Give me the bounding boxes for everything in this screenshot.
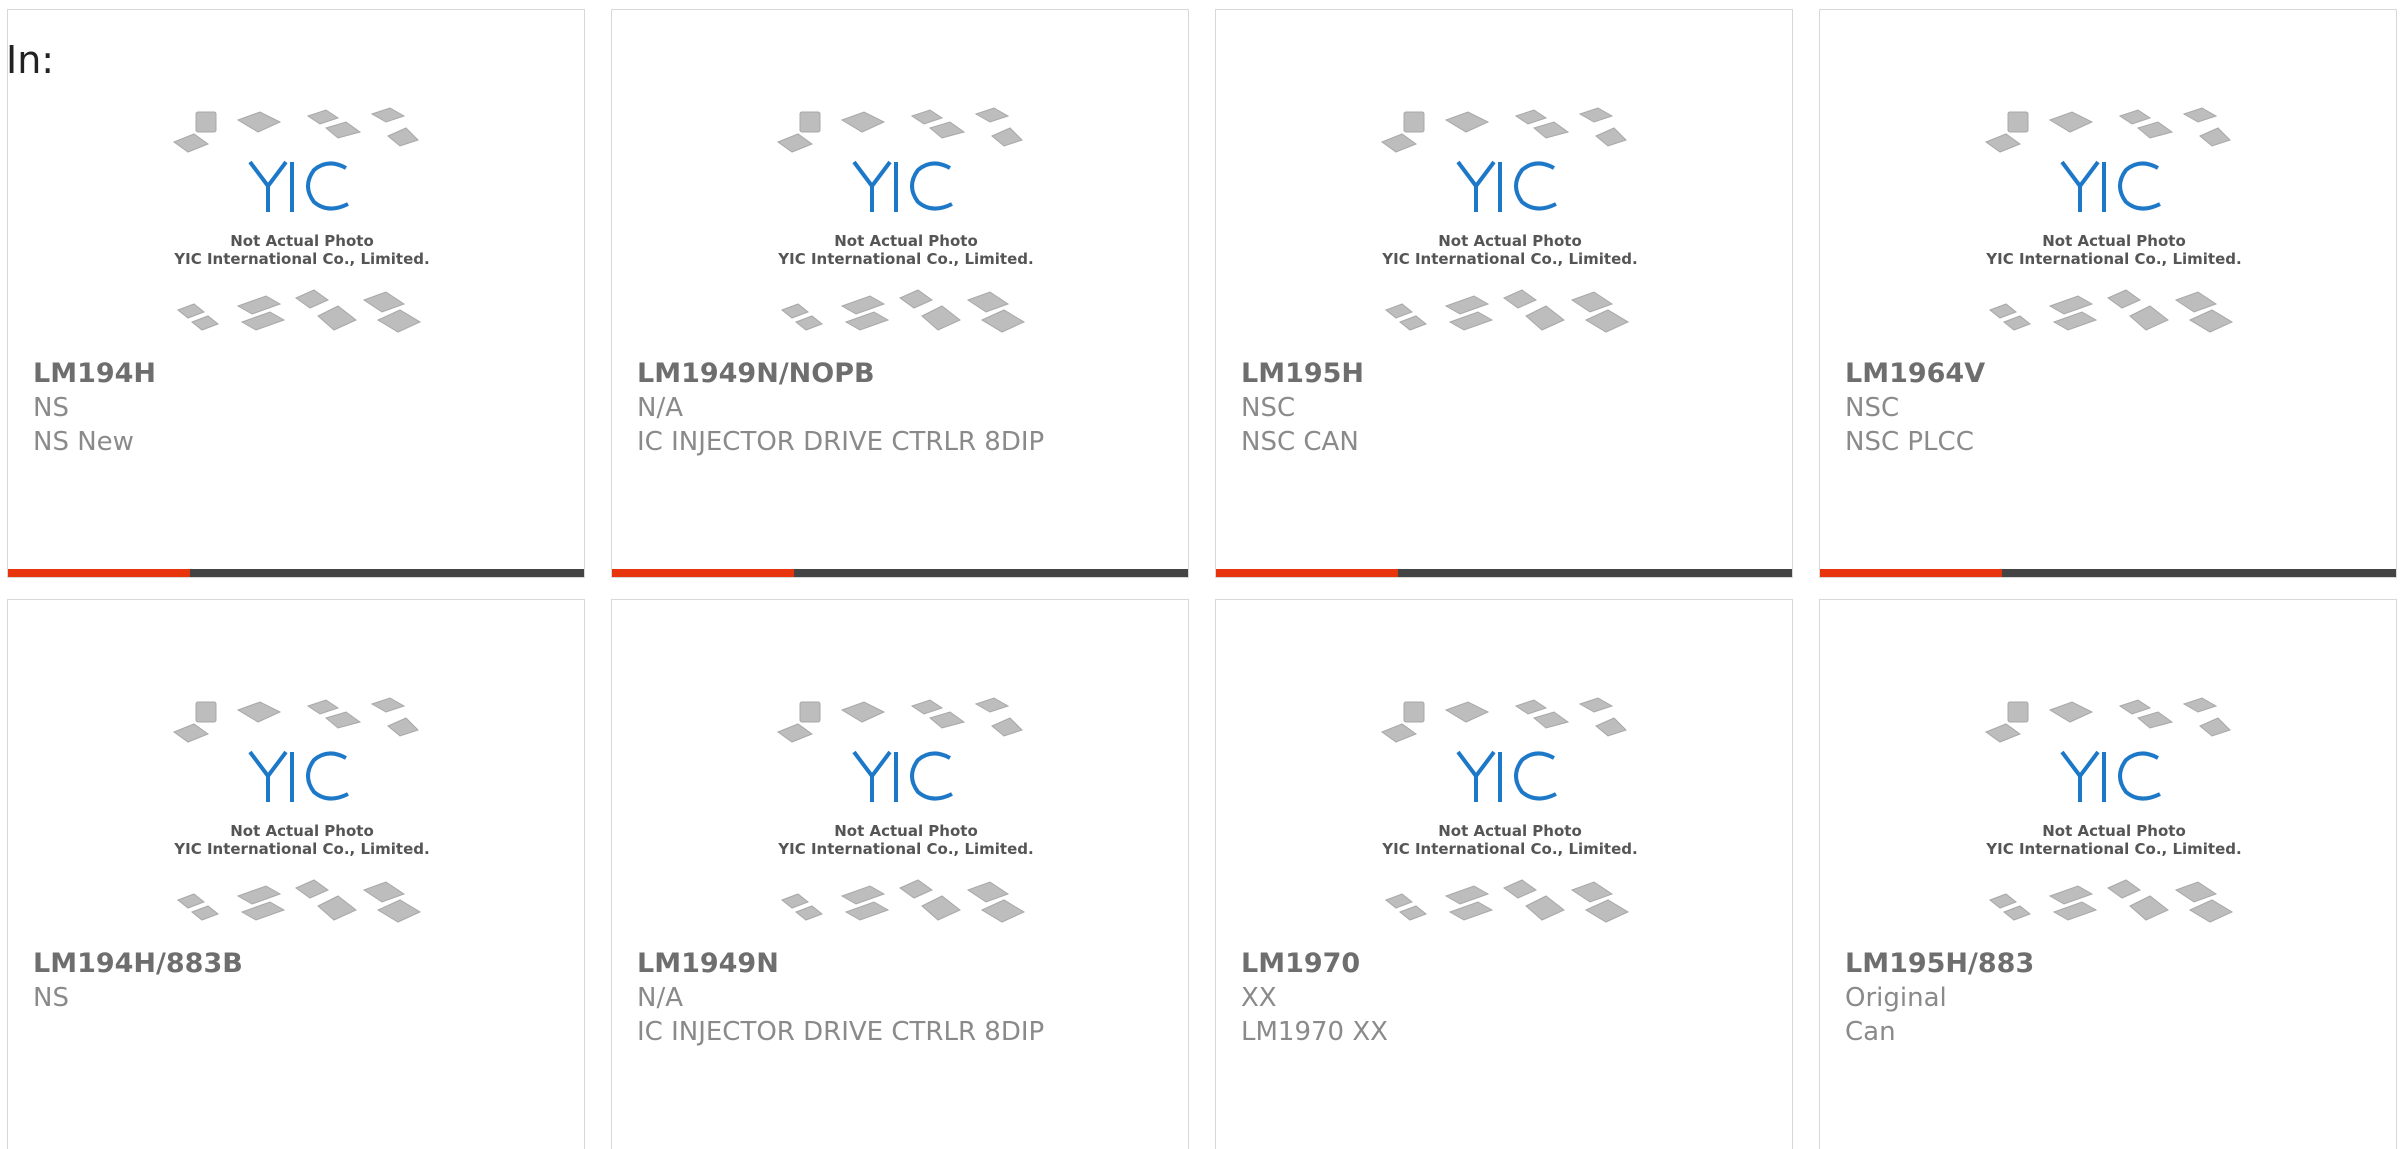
svg-text:Not Actual Photo: Not Actual Photo <box>1438 232 1582 250</box>
product-card[interactable]: Not Actual Photo YIC International Co., … <box>1215 9 1793 578</box>
svg-text:Not Actual Photo: Not Actual Photo <box>1438 822 1582 840</box>
svg-text:YIC International Co., Limited: YIC International Co., Limited. <box>1985 250 2241 268</box>
product-card[interactable]: Not Actual Photo YIC International Co., … <box>1819 9 2397 578</box>
product-info: LM1964V NSC NSC PLCC <box>1845 357 2386 459</box>
product-card[interactable]: Not Actual Photo YIC International Co., … <box>1215 599 1793 1149</box>
brand: NS <box>33 983 69 1013</box>
svg-text:Not Actual Photo: Not Actual Photo <box>2042 232 2186 250</box>
card-accent-bar <box>1820 569 2002 577</box>
not-actual-photo-image: Not Actual Photo YIC International Co., … <box>1380 697 1638 923</box>
part-number[interactable]: LM195H/883 <box>1845 947 2386 981</box>
product-card[interactable]: Not Actual Photo YIC International Co., … <box>7 599 585 1149</box>
card-bottom-bar <box>1216 569 1792 577</box>
part-number[interactable]: LM1949N <box>637 947 1178 981</box>
brand: N/A <box>637 393 683 423</box>
card-accent-bar <box>8 569 190 577</box>
description: NSC PLCC <box>1845 427 1974 457</box>
svg-text:Not Actual Photo: Not Actual Photo <box>834 822 978 840</box>
part-number[interactable]: LM194H/883B <box>33 947 574 981</box>
product-info: LM1970 XX LM1970 XX <box>1241 947 1782 1049</box>
description: NS New <box>33 427 134 457</box>
svg-text:YIC International Co., Limited: YIC International Co., Limited. <box>1985 840 2241 858</box>
card-accent-bar <box>612 569 794 577</box>
brand: XX <box>1241 983 1277 1013</box>
product-card[interactable]: Not Actual Photo YIC International Co., … <box>1819 599 2397 1149</box>
svg-text:YIC International Co., Limited: YIC International Co., Limited. <box>777 840 1033 858</box>
not-actual-photo-image: Not Actual Photo YIC International Co., … <box>172 107 430 333</box>
product-grid-page: In: Not Actual Photo YIC International C… <box>0 0 2400 1149</box>
brand: Original <box>1845 983 1947 1013</box>
not-actual-photo-image: Not Actual Photo YIC International Co., … <box>1380 107 1638 333</box>
product-info: LM194H/883B NS <box>33 947 574 1015</box>
card-bottom-bar <box>612 569 1188 577</box>
brand: NS <box>33 393 69 423</box>
part-number[interactable]: LM1949N/NOPB <box>637 357 1178 391</box>
product-info: LM194H NS NS New <box>33 357 574 459</box>
part-number[interactable]: LM194H <box>33 357 574 391</box>
not-actual-photo-image: Not Actual Photo YIC International Co., … <box>1984 107 2242 333</box>
svg-text:YIC International Co., Limited: YIC International Co., Limited. <box>173 250 429 268</box>
svg-text:Not Actual Photo: Not Actual Photo <box>230 232 374 250</box>
svg-text:Not Actual Photo: Not Actual Photo <box>2042 822 2186 840</box>
product-info: LM195H/883 Original Can <box>1845 947 2386 1049</box>
product-info: LM195H NSC NSC CAN <box>1241 357 1782 459</box>
svg-text:YIC International Co., Limited: YIC International Co., Limited. <box>1381 840 1637 858</box>
svg-text:YIC International Co., Limited: YIC International Co., Limited. <box>1381 250 1637 268</box>
part-number[interactable]: LM195H <box>1241 357 1782 391</box>
product-card[interactable]: Not Actual Photo YIC International Co., … <box>611 9 1189 578</box>
card-bottom-bar <box>1820 569 2396 577</box>
not-actual-photo-image: Not Actual Photo YIC International Co., … <box>172 697 430 923</box>
part-number[interactable]: LM1964V <box>1845 357 2386 391</box>
card-accent-bar <box>1216 569 1398 577</box>
svg-text:Not Actual Photo: Not Actual Photo <box>230 822 374 840</box>
not-actual-photo-image: Not Actual Photo YIC International Co., … <box>776 107 1034 333</box>
part-number[interactable]: LM1970 <box>1241 947 1782 981</box>
description: IC INJECTOR DRIVE CTRLR 8DIP <box>637 1017 1045 1047</box>
description: NSC CAN <box>1241 427 1359 457</box>
not-actual-photo-image: Not Actual Photo YIC International Co., … <box>776 697 1034 923</box>
brand: NSC <box>1845 393 1900 423</box>
svg-text:YIC International Co., Limited: YIC International Co., Limited. <box>777 250 1033 268</box>
svg-text:Not Actual Photo: Not Actual Photo <box>834 232 978 250</box>
svg-text:YIC International Co., Limited: YIC International Co., Limited. <box>173 840 429 858</box>
brand: NSC <box>1241 393 1296 423</box>
product-info: LM1949N/NOPB N/A IC INJECTOR DRIVE CTRLR… <box>637 357 1178 459</box>
in-label: In: <box>6 38 55 82</box>
brand: N/A <box>637 983 683 1013</box>
product-info: LM1949N N/A IC INJECTOR DRIVE CTRLR 8DIP <box>637 947 1178 1049</box>
card-bottom-bar <box>8 569 584 577</box>
not-actual-photo-image: Not Actual Photo YIC International Co., … <box>1984 697 2242 923</box>
description: Can <box>1845 1017 1896 1047</box>
product-card[interactable]: Not Actual Photo YIC International Co., … <box>611 599 1189 1149</box>
description: LM1970 XX <box>1241 1017 1388 1047</box>
description: IC INJECTOR DRIVE CTRLR 8DIP <box>637 427 1045 457</box>
product-card[interactable]: Not Actual Photo YIC International Co., … <box>7 9 585 578</box>
